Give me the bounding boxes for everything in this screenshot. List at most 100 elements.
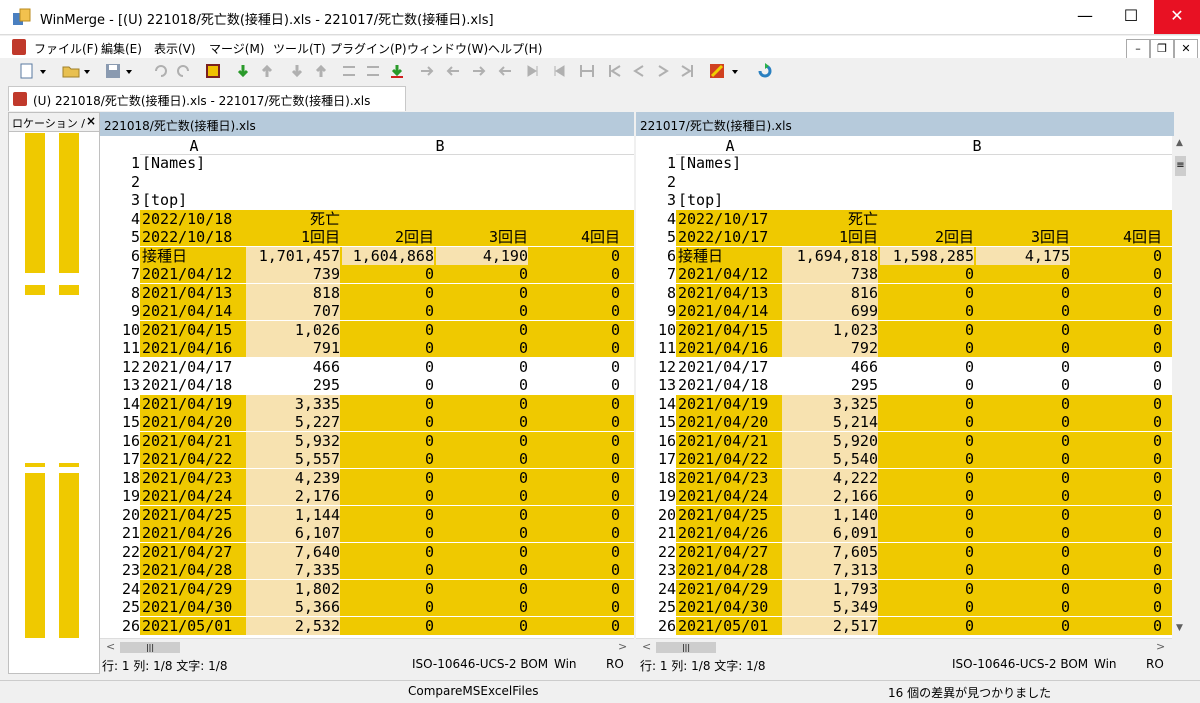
undo-icon[interactable] [152, 62, 170, 80]
table-row[interactable]: 16 2021/04/21 5,932 0 0 0 [100, 431, 634, 450]
current-diff-icon[interactable] [340, 62, 358, 80]
table-row[interactable]: 20 2021/04/25 1,144 0 0 0 [100, 505, 634, 524]
tab-compare[interactable]: (U) 221018/死亡数(接種日).xls - 221017/死亡数(接種日… [8, 86, 406, 111]
scroll-left-icon[interactable]: < [642, 640, 651, 653]
table-row[interactable]: 6 接種日 1,694,818 1,598,285 4,175 0 [636, 246, 1172, 265]
table-row[interactable]: 10 2021/04/15 1,026 0 0 0 [100, 320, 634, 339]
table-row[interactable]: 3 [top] [100, 191, 634, 209]
left-horizontal-scrollbar[interactable]: < ||| > [100, 638, 634, 656]
menu-file[interactable]: ファイル(F) [34, 40, 98, 57]
table-row[interactable]: 7 2021/04/12 739 0 0 0 [100, 265, 634, 283]
table-row[interactable]: 17 2021/04/22 5,557 0 0 0 [100, 450, 634, 468]
table-row[interactable]: 9 2021/04/14 699 0 0 0 [636, 302, 1172, 320]
chevron-down-icon[interactable] [730, 62, 740, 80]
new-file-icon[interactable] [18, 62, 36, 80]
table-row[interactable]: 21 2021/04/26 6,091 0 0 0 [636, 524, 1172, 542]
table-row[interactable]: 14 2021/04/19 3,335 0 0 0 [100, 394, 634, 413]
table-row[interactable]: 5 2022/10/17 1回目 2回目 3回目 4回目 [636, 228, 1172, 246]
mdi-restore-button[interactable]: ❐ [1150, 39, 1174, 60]
table-row[interactable]: 4 2022/10/17 死亡 [636, 209, 1172, 228]
menu-tools[interactable]: ツール(T) [273, 40, 326, 57]
chevron-down-icon[interactable] [82, 62, 92, 80]
copy-diff-icon[interactable] [364, 62, 382, 80]
table-row[interactable]: 21 2021/04/26 6,107 0 0 0 [100, 524, 634, 542]
menu-window[interactable]: ウィンドウ(W) [407, 40, 488, 57]
chevron-down-icon[interactable] [38, 62, 48, 80]
table-row[interactable]: 11 2021/04/16 791 0 0 0 [100, 339, 634, 357]
table-row[interactable]: 11 2021/04/16 792 0 0 0 [636, 339, 1172, 357]
pane-split-icon[interactable] [578, 62, 596, 80]
table-row[interactable]: 12 2021/04/17 466 0 0 0 [636, 357, 1172, 376]
redo-icon[interactable] [174, 62, 192, 80]
save-icon[interactable] [104, 62, 122, 80]
table-row[interactable]: 2 [636, 172, 1172, 191]
table-row[interactable]: 6 接種日 1,701,457 1,604,868 4,190 0 [100, 246, 634, 265]
table-row[interactable]: 19 2021/04/24 2,166 0 0 0 [636, 487, 1172, 505]
menu-edit[interactable]: 編集(E) [101, 40, 142, 57]
close-icon[interactable]: × [86, 114, 96, 128]
table-row[interactable]: 24 2021/04/29 1,802 0 0 0 [100, 579, 634, 598]
table-row[interactable]: 25 2021/04/30 5,349 0 0 0 [636, 598, 1172, 616]
table-row[interactable]: 22 2021/04/27 7,640 0 0 0 [100, 542, 634, 561]
left-first-icon[interactable] [606, 62, 624, 80]
table-row[interactable]: 14 2021/04/19 3,325 0 0 0 [636, 394, 1172, 413]
table-row[interactable]: 23 2021/04/28 7,335 0 0 0 [100, 561, 634, 579]
location-bar-right[interactable] [59, 133, 79, 669]
right-horizontal-scrollbar[interactable]: < ||| > [636, 638, 1172, 656]
table-row[interactable]: 5 2022/10/18 1回目 2回目 3回目 4回目 [100, 228, 634, 246]
left-prev-icon[interactable] [630, 62, 648, 80]
scroll-right-icon[interactable]: > [1156, 640, 1165, 653]
table-row[interactable]: 13 2021/04/18 295 0 0 0 [636, 376, 1172, 394]
diff-pane-icon[interactable] [204, 62, 222, 80]
table-row[interactable]: 22 2021/04/27 7,605 0 0 0 [636, 542, 1172, 561]
options-icon[interactable] [708, 62, 726, 80]
vertical-scrollbar[interactable]: ▲ ≡ ▼ [1172, 136, 1189, 638]
table-row[interactable]: 25 2021/04/30 5,366 0 0 0 [100, 598, 634, 616]
next-diff-icon[interactable] [234, 62, 252, 80]
copy-left-icon[interactable] [444, 62, 462, 80]
right-last-icon[interactable] [678, 62, 696, 80]
table-row[interactable]: 19 2021/04/24 2,176 0 0 0 [100, 487, 634, 505]
table-row[interactable]: 3 [top] [636, 191, 1172, 209]
table-row[interactable]: 18 2021/04/23 4,239 0 0 0 [100, 468, 634, 487]
scroll-left-icon[interactable]: < [106, 640, 115, 653]
menu-view[interactable]: 表示(V) [154, 40, 196, 57]
maximize-button[interactable]: ☐ [1108, 0, 1154, 34]
table-row[interactable]: 9 2021/04/14 707 0 0 0 [100, 302, 634, 320]
right-diff-pane[interactable]: A B 1 [Names] 2 3 [top] 4 2022/10/17 死亡 5 2022/10… [636, 136, 1172, 638]
mdi-close-button[interactable]: ✕ [1174, 39, 1198, 60]
table-row[interactable]: 16 2021/04/21 5,920 0 0 0 [636, 431, 1172, 450]
all-right-icon[interactable] [524, 62, 542, 80]
table-row[interactable]: 1 [Names] [636, 154, 1172, 172]
table-row[interactable]: 10 2021/04/15 1,023 0 0 0 [636, 320, 1172, 339]
table-row[interactable]: 20 2021/04/25 1,140 0 0 0 [636, 505, 1172, 524]
location-pane[interactable]: ロケーション / × [8, 112, 100, 674]
copy-right-advance-icon[interactable] [470, 62, 488, 80]
menu-help[interactable]: ヘルプ(H) [488, 40, 542, 57]
minimize-button[interactable]: — [1062, 0, 1108, 34]
table-row[interactable]: 2 [100, 172, 634, 191]
table-row[interactable]: 26 2021/05/01 2,517 0 0 0 [636, 616, 1172, 635]
table-row[interactable]: 24 2021/04/29 1,793 0 0 0 [636, 579, 1172, 598]
table-row[interactable]: 4 2022/10/18 死亡 [100, 209, 634, 228]
table-row[interactable]: 12 2021/04/17 466 0 0 0 [100, 357, 634, 376]
last-diff-icon[interactable] [312, 62, 330, 80]
table-row[interactable]: 18 2021/04/23 4,222 0 0 0 [636, 468, 1172, 487]
table-row[interactable]: 26 2021/05/01 2,532 0 0 0 [100, 616, 634, 635]
table-row[interactable]: 15 2021/04/20 5,214 0 0 0 [636, 413, 1172, 431]
table-row[interactable]: 8 2021/04/13 818 0 0 0 [100, 283, 634, 302]
table-row[interactable]: 1 [Names] [100, 154, 634, 172]
table-row[interactable]: 8 2021/04/13 816 0 0 0 [636, 283, 1172, 302]
menu-plugins[interactable]: プラグイン(P) [330, 40, 407, 57]
mdi-minimize-button[interactable]: – [1126, 39, 1150, 60]
scroll-up-icon[interactable]: ▲ [1176, 138, 1183, 148]
menu-merge[interactable]: マージ(M) [209, 40, 264, 57]
first-diff-icon[interactable] [288, 62, 306, 80]
horizontal-scroll-thumb[interactable]: ||| [120, 642, 180, 653]
open-folder-icon[interactable] [62, 62, 80, 80]
close-button[interactable]: ✕ [1154, 0, 1200, 34]
right-next-icon[interactable] [654, 62, 672, 80]
table-row[interactable]: 23 2021/04/28 7,313 0 0 0 [636, 561, 1172, 579]
document-icon[interactable] [12, 39, 26, 55]
vertical-scroll-thumb[interactable]: ≡ [1175, 156, 1186, 176]
